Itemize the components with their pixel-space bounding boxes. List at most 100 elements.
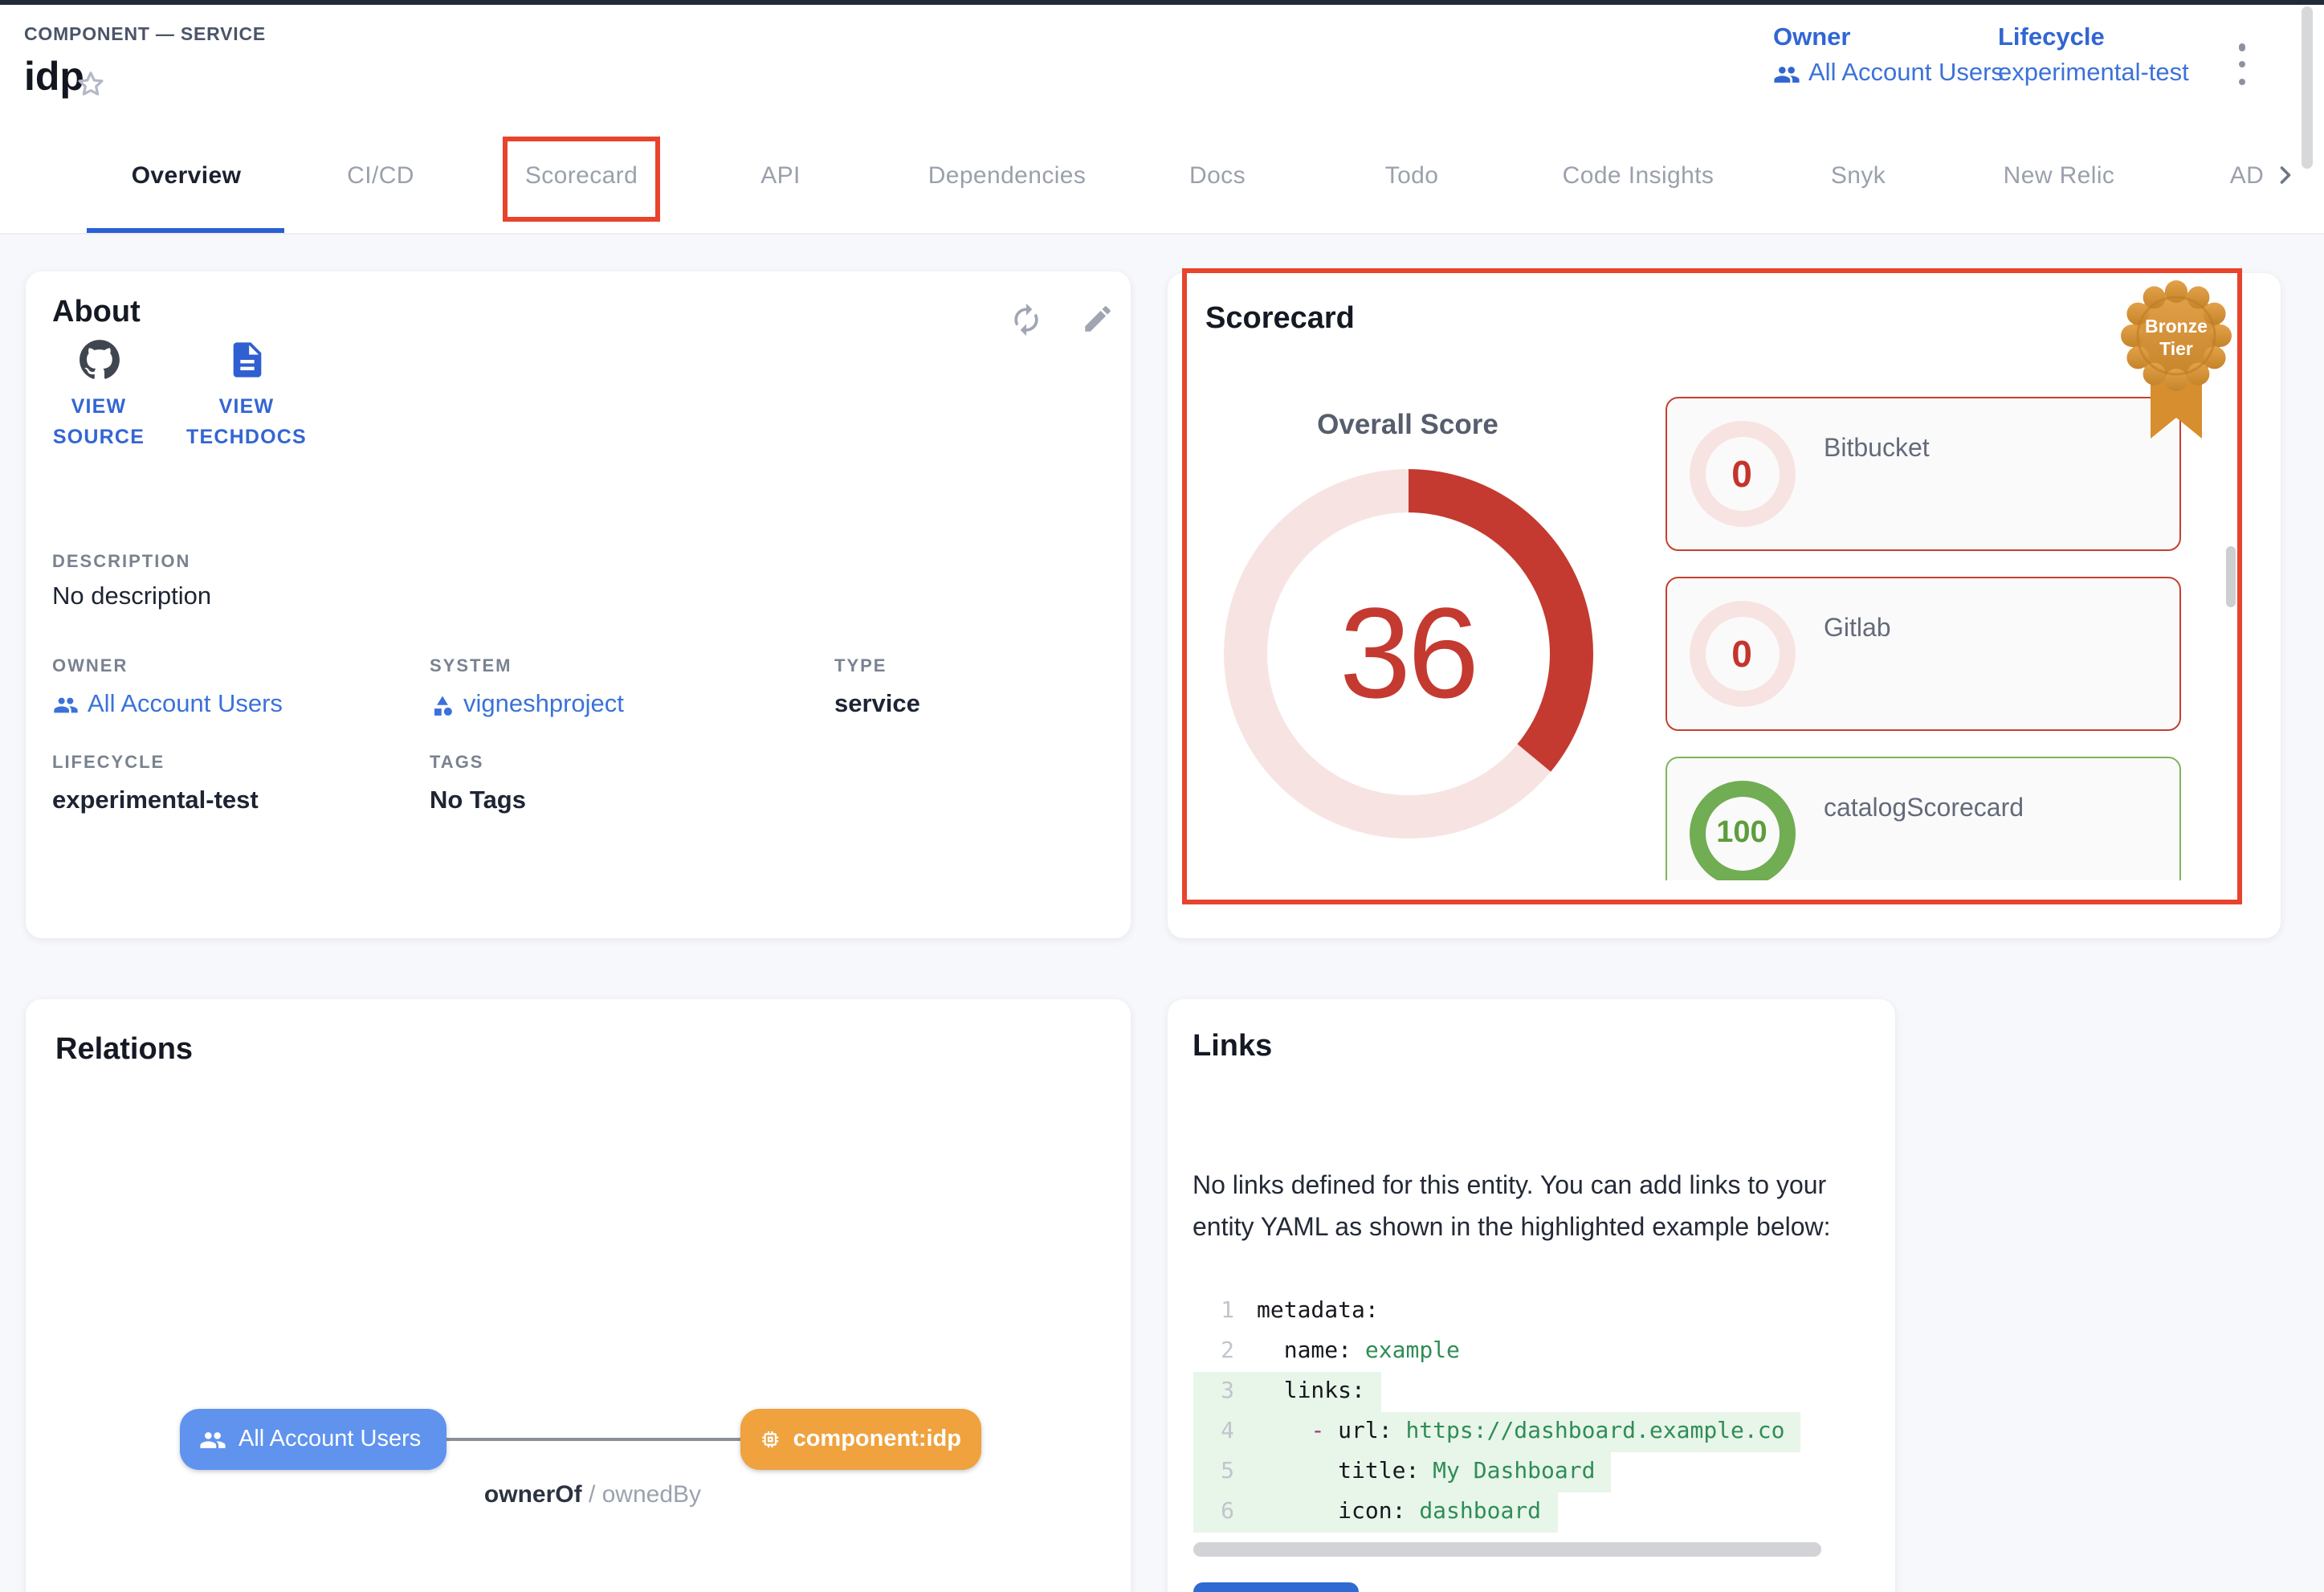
- about-card: About VIEW SOURCE VIEW TECHDOCS DESCRIPT…: [25, 271, 1130, 938]
- relation-edge-line: [446, 1438, 740, 1441]
- docs-icon: [186, 339, 308, 381]
- view-source-link[interactable]: VIEW SOURCE: [44, 339, 153, 453]
- relations-title: Relations: [55, 1033, 193, 1068]
- code-horizontal-scrollbar[interactable]: [1193, 1542, 1820, 1557]
- entity-page: COMPONENT — SERVICE idp Owner All Accoun…: [0, 0, 2324, 1592]
- edge-secondary: ownedBy: [602, 1481, 701, 1508]
- owner-label: Owner: [1773, 24, 2004, 53]
- overall-score-gauge: 36: [1223, 469, 1592, 839]
- owner-field-label: OWNER: [52, 657, 128, 676]
- tab-todo[interactable]: Todo: [1385, 117, 1439, 233]
- tab-new-relic[interactable]: New Relic: [2004, 117, 2115, 233]
- bitbucket-label: Bitbucket: [1824, 435, 1930, 464]
- links-card: Links No links defined for this entity. …: [1167, 999, 1894, 1592]
- code-line-highlighted: 4 - url: https://dashboard.example.co: [1193, 1412, 1873, 1452]
- favorite-star-icon[interactable]: [75, 69, 106, 100]
- lifecycle-value: experimental-test: [1998, 59, 2189, 88]
- relation-edge-label: ownerOf / ownedBy: [446, 1481, 740, 1508]
- scorecard-item-list: 0 Bitbucket 0 Gitlab 100 catalogScorecar…: [1665, 397, 2180, 880]
- tab-adrs-clipped[interactable]: AD: [2230, 117, 2265, 233]
- header-lifecycle-block: Lifecycle experimental-test: [1998, 24, 2189, 88]
- scorecard-item-bitbucket[interactable]: 0 Bitbucket: [1665, 397, 2180, 551]
- system-icon: [430, 693, 454, 717]
- code-line-highlighted: 6 icon: dashboard: [1193, 1492, 1873, 1533]
- type-field-value: service: [834, 691, 920, 720]
- tab-snyk[interactable]: Snyk: [1831, 117, 1886, 233]
- more-options-icon[interactable]: [2229, 43, 2255, 85]
- relation-node-owner[interactable]: All Account Users: [179, 1409, 446, 1470]
- entity-header: COMPONENT — SERVICE idp Owner All Accoun…: [0, 5, 2324, 119]
- view-techdocs-label: VIEW TECHDOCS: [186, 392, 308, 453]
- badge-line2: Tier: [2159, 338, 2192, 359]
- overall-score-value: 36: [1223, 469, 1592, 839]
- system-field-label: SYSTEM: [430, 657, 512, 676]
- page-scrollbar-thumb[interactable]: [2302, 6, 2313, 169]
- overall-score-label: Overall Score: [1255, 408, 1560, 442]
- bitbucket-score-gauge: 0: [1689, 421, 1795, 527]
- code-line: 1metadata:: [1193, 1292, 1873, 1332]
- owner-field-value: All Account Users: [88, 691, 283, 720]
- owner-value: All Account Users: [1808, 59, 2004, 88]
- tab-api[interactable]: API: [760, 117, 801, 233]
- tabs-scroll-right-icon[interactable]: [2271, 161, 2300, 190]
- chip-icon: [759, 1427, 781, 1452]
- relation-target-label: component:idp: [793, 1427, 961, 1452]
- view-techdocs-link[interactable]: VIEW TECHDOCS: [186, 339, 308, 453]
- edit-pencil-icon[interactable]: [1080, 302, 1114, 336]
- catalogscorecard-score-value: 100: [1689, 781, 1795, 880]
- relations-card: Relations All Account Users component:id…: [25, 999, 1130, 1592]
- github-icon: [44, 339, 153, 381]
- code-line-highlighted: 5 title: My Dashboard: [1193, 1452, 1873, 1492]
- owner-link[interactable]: All Account Users: [1773, 59, 2004, 88]
- scorecard-title: Scorecard: [1205, 302, 1355, 337]
- scorecard-item-catalogscorecard[interactable]: 100 catalogScorecard: [1665, 757, 2180, 880]
- breadcrumb: COMPONENT — SERVICE: [24, 26, 266, 45]
- relation-source-label: All Account Users: [239, 1427, 421, 1452]
- code-line-highlighted: 3 links:: [1193, 1372, 1873, 1412]
- tab-cicd[interactable]: CI/CD: [347, 117, 414, 233]
- description-value: No description: [52, 583, 211, 612]
- view-source-label: VIEW SOURCE: [44, 392, 153, 453]
- tab-scorecard[interactable]: Scorecard: [525, 117, 638, 233]
- entity-tabs: Overview CI/CD Scorecard API Dependencie…: [0, 117, 2324, 235]
- group-icon: [1773, 60, 1800, 88]
- catalogscorecard-score-gauge: 100: [1689, 781, 1795, 880]
- scorecard-item-gitlab[interactable]: 0 Gitlab: [1665, 577, 2180, 731]
- system-field-value: vigneshproject: [463, 691, 624, 720]
- links-empty-text: No links defined for this entity. You ca…: [1193, 1166, 1848, 1250]
- badge-line1: Bronze: [2144, 316, 2207, 337]
- tags-field-value: No Tags: [430, 787, 526, 816]
- group-icon: [198, 1426, 226, 1453]
- group-icon: [52, 692, 78, 718]
- lifecycle-field-value: experimental-test: [52, 787, 259, 816]
- edge-separator: /: [589, 1481, 595, 1508]
- links-action-button-clipped[interactable]: [1193, 1582, 1358, 1592]
- tab-overview[interactable]: Overview: [132, 117, 242, 233]
- scorecard-list-scrollbar[interactable]: [2225, 546, 2235, 607]
- scorecard-card: Scorecard Overall Score 36 0 Bitbucket 0: [1167, 273, 2280, 938]
- edge-primary: ownerOf: [484, 1481, 582, 1508]
- header-owner-block: Owner All Account Users: [1773, 24, 2004, 88]
- gitlab-label: Gitlab: [1824, 615, 1891, 644]
- tab-dependencies[interactable]: Dependencies: [928, 117, 1087, 233]
- refresh-icon[interactable]: [1008, 302, 1043, 337]
- about-title: About: [52, 296, 141, 331]
- tags-field-label: TAGS: [430, 753, 484, 773]
- bronze-tier-badge: Bronze Tier: [2118, 278, 2233, 445]
- relation-node-component[interactable]: component:idp: [740, 1409, 981, 1470]
- active-tab-indicator: [87, 227, 284, 233]
- system-field-link[interactable]: vigneshproject: [430, 691, 624, 720]
- description-label: DESCRIPTION: [52, 553, 190, 572]
- catalogscorecard-label: catalogScorecard: [1824, 795, 2024, 824]
- links-title: Links: [1193, 1030, 1272, 1065]
- lifecycle-field-label: LIFECYCLE: [52, 753, 165, 773]
- owner-field-link[interactable]: All Account Users: [52, 691, 283, 720]
- type-field-label: TYPE: [834, 657, 887, 676]
- yaml-example-code: 1metadata: 2 name: example 3 links: 4 - …: [1193, 1292, 1873, 1539]
- tab-docs[interactable]: Docs: [1189, 117, 1246, 233]
- code-line: 2 name: example: [1193, 1332, 1873, 1372]
- lifecycle-label: Lifecycle: [1998, 24, 2189, 53]
- gitlab-score-value: 0: [1689, 601, 1795, 707]
- bitbucket-score-value: 0: [1689, 421, 1795, 527]
- tab-code-insights[interactable]: Code Insights: [1563, 117, 1714, 233]
